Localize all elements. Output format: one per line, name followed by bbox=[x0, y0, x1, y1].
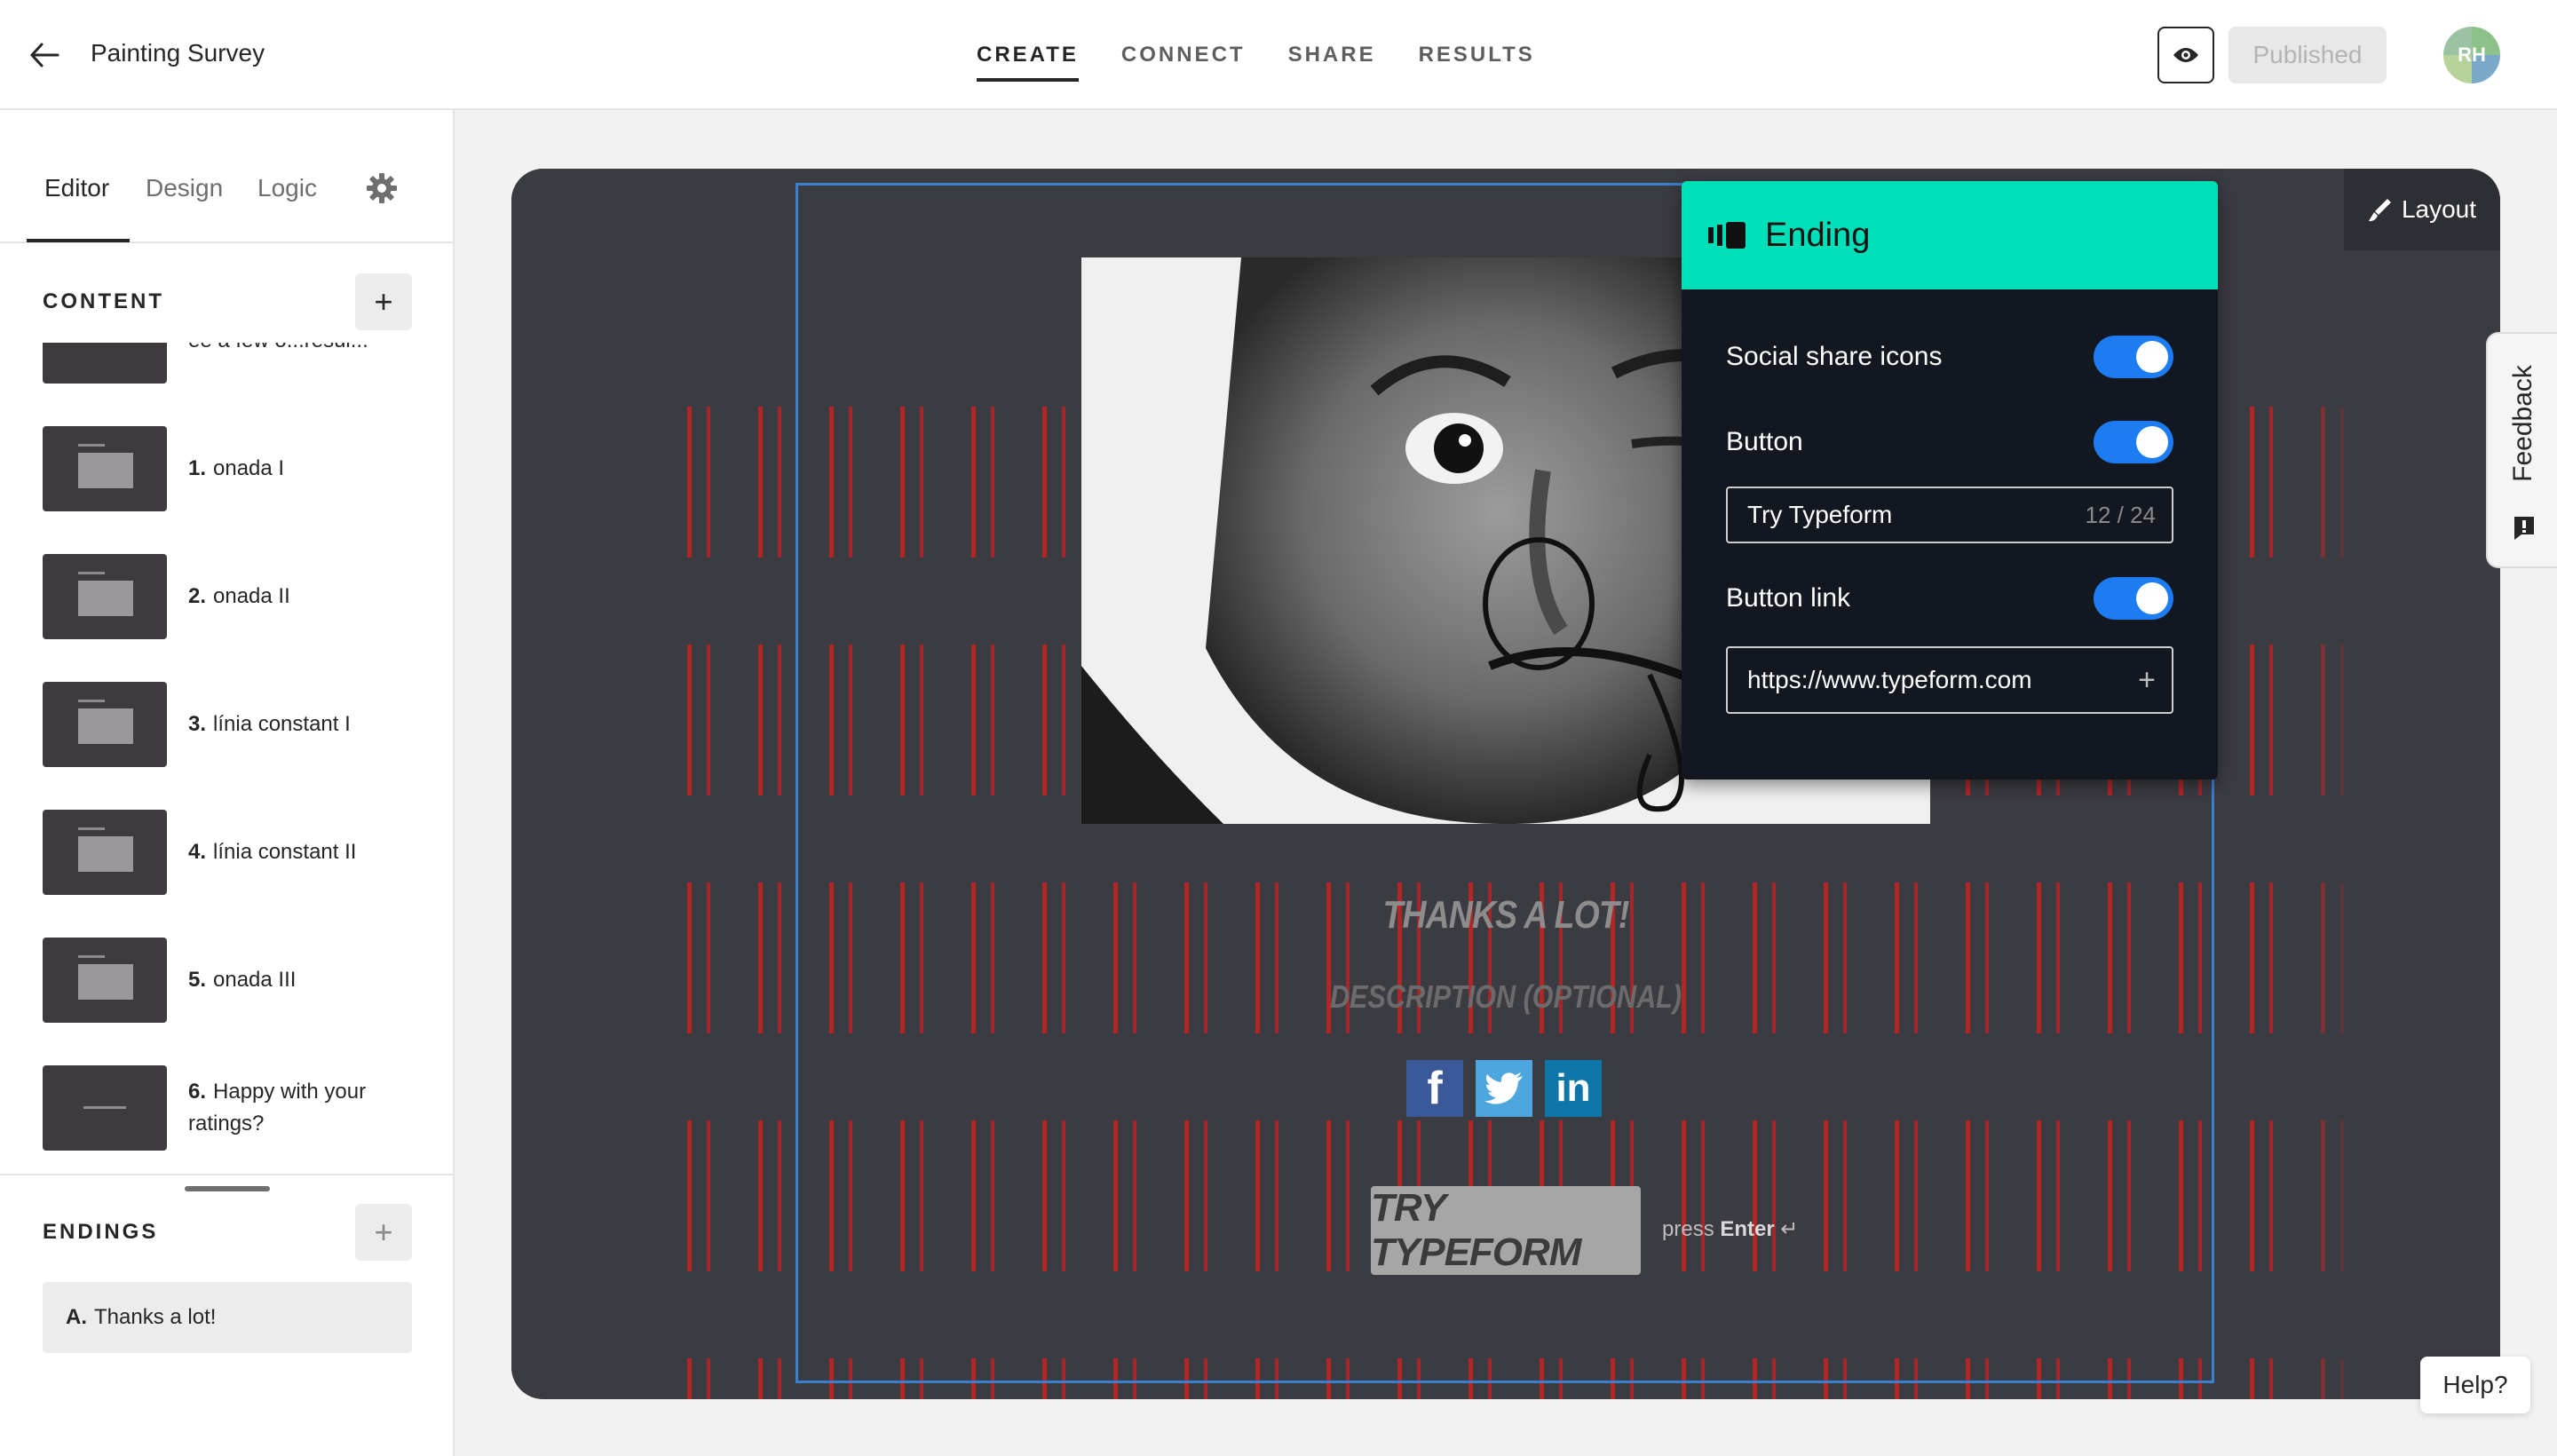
plus-icon: + bbox=[374, 1214, 393, 1250]
question-thumbnail bbox=[43, 426, 167, 511]
layout-label: Layout bbox=[2401, 195, 2477, 223]
list-item[interactable]: 1. onada I bbox=[43, 426, 433, 511]
form-title: Painting Survey bbox=[91, 39, 265, 67]
list-item[interactable]: 5. onada III bbox=[43, 938, 433, 1023]
sidebar: Editor Design Logic CONTENT + 1. onada I… bbox=[0, 110, 455, 1456]
published-button[interactable]: Published bbox=[2228, 27, 2387, 83]
char-counter: 12 / 24 bbox=[2085, 501, 2156, 528]
help-button[interactable]: Help? bbox=[2420, 1357, 2530, 1413]
social-share-toggle[interactable] bbox=[2094, 336, 2173, 378]
question-thumbnail bbox=[43, 1065, 167, 1151]
settings-gear-icon[interactable] bbox=[366, 172, 398, 204]
plus-icon[interactable]: + bbox=[2138, 663, 2156, 698]
sidebar-tabs: Editor Design Logic bbox=[0, 110, 455, 243]
question-number: 4. bbox=[188, 840, 207, 864]
avatar[interactable]: RH bbox=[2443, 27, 2500, 83]
tab-create[interactable]: CREATE bbox=[977, 0, 1079, 110]
tab-results[interactable]: RESULTS bbox=[1419, 0, 1535, 110]
question-label: Happy with your ratings? bbox=[188, 1080, 367, 1136]
list-item[interactable]: 4. línia constant II bbox=[43, 810, 433, 895]
question-number: 2. bbox=[188, 584, 207, 608]
question-label: línia constant I bbox=[213, 712, 351, 736]
arrow-left-icon bbox=[30, 43, 59, 67]
resize-handle[interactable] bbox=[185, 1186, 270, 1191]
ending-item[interactable]: A. Thanks a lot! bbox=[43, 1282, 412, 1353]
panel-header: Ending bbox=[1682, 181, 2218, 289]
question-number: 5. bbox=[188, 968, 207, 992]
question-label: onada II bbox=[213, 584, 290, 608]
main-nav-tabs: CREATE CONNECT SHARE RESULTS bbox=[977, 0, 1535, 110]
preview-button[interactable] bbox=[2157, 27, 2214, 83]
button-toggle[interactable] bbox=[2094, 421, 2173, 463]
tab-editor[interactable]: Editor bbox=[44, 174, 109, 202]
question-label: línia constant II bbox=[213, 840, 357, 864]
content-section-label: CONTENT bbox=[43, 289, 164, 313]
question-number: 6. bbox=[188, 1080, 207, 1104]
question-label: ee a few o...resul... bbox=[188, 343, 368, 357]
eye-icon bbox=[2173, 48, 2198, 62]
ending-label: Thanks a lot! bbox=[94, 1305, 217, 1329]
question-thumbnail bbox=[43, 343, 167, 384]
button-setting: Button bbox=[1726, 415, 2173, 469]
add-question-button[interactable]: + bbox=[355, 273, 412, 330]
social-share-setting: Social share icons bbox=[1726, 330, 2173, 384]
list-item[interactable]: 3. línia constant I bbox=[43, 682, 433, 767]
ending-number: A. bbox=[66, 1305, 87, 1329]
divider bbox=[0, 1174, 453, 1175]
list-item[interactable]: 2. onada II bbox=[43, 554, 433, 639]
panel-title: Ending bbox=[1765, 216, 1871, 254]
ending-settings-panel: Ending Social share icons Button Try Typ… bbox=[1682, 181, 2218, 779]
feedback-icon bbox=[2514, 517, 2534, 540]
question-thumbnail bbox=[43, 554, 167, 639]
question-label: onada III bbox=[213, 968, 297, 992]
list-item[interactable]: ee a few o...resul... bbox=[43, 343, 433, 384]
add-ending-button[interactable]: + bbox=[355, 1204, 412, 1261]
question-number: 1. bbox=[188, 456, 207, 480]
ending-icon bbox=[1708, 222, 1746, 249]
back-button[interactable] bbox=[21, 32, 67, 78]
layout-button[interactable]: Layout bbox=[2344, 169, 2500, 250]
top-bar: Painting Survey CREATE CONNECT SHARE RES… bbox=[0, 0, 2557, 110]
question-thumbnail bbox=[43, 938, 167, 1023]
question-number: 3. bbox=[188, 712, 207, 736]
tab-share[interactable]: SHARE bbox=[1288, 0, 1376, 110]
question-list[interactable]: ee a few o...resul... 1.onada I 2.onada … bbox=[0, 343, 453, 1174]
list-item[interactable]: 6. Happy with your ratings? bbox=[43, 1065, 433, 1151]
question-label: onada I bbox=[213, 456, 285, 480]
question-thumbnail bbox=[43, 810, 167, 895]
active-tab-indicator bbox=[27, 239, 130, 242]
plus-icon: + bbox=[374, 283, 393, 320]
question-thumbnail bbox=[43, 682, 167, 767]
button-link-setting: Button link bbox=[1726, 572, 2173, 625]
tab-connect[interactable]: CONNECT bbox=[1121, 0, 1246, 110]
brush-icon bbox=[2368, 199, 2391, 222]
feedback-label: Feedback bbox=[2508, 365, 2537, 482]
tab-logic[interactable]: Logic bbox=[257, 174, 317, 202]
tab-design[interactable]: Design bbox=[146, 174, 223, 202]
button-text-input[interactable]: Try Typeform 12 / 24 bbox=[1726, 487, 2173, 543]
endings-section-label: ENDINGS bbox=[43, 1220, 159, 1244]
button-link-input[interactable]: https://www.typeform.com + bbox=[1726, 646, 2173, 714]
feedback-tab[interactable]: Feedback bbox=[2486, 332, 2557, 568]
button-link-toggle[interactable] bbox=[2094, 577, 2173, 620]
